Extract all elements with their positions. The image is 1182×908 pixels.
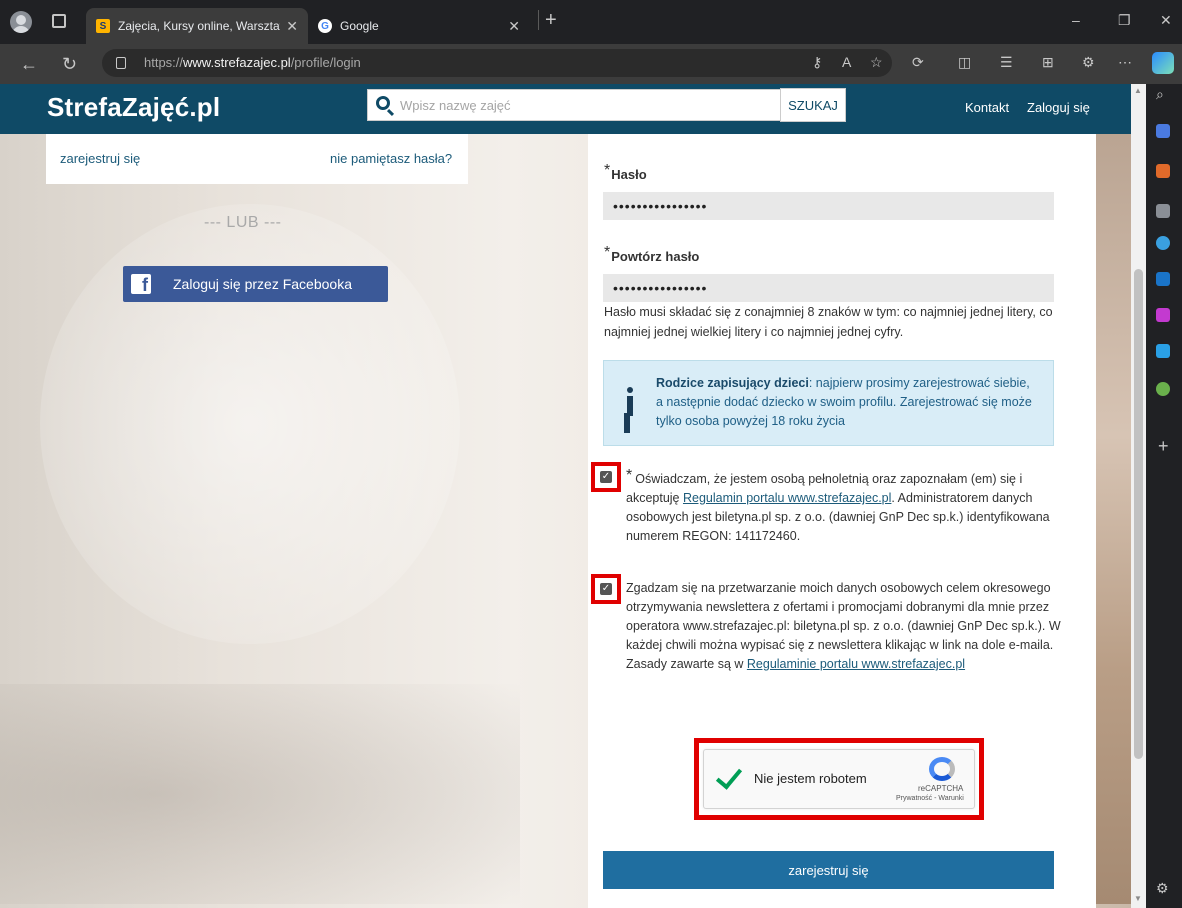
tab-title: Google [340,19,379,33]
sidebar-designer-icon[interactable] [1156,308,1170,322]
password-field[interactable]: •••••••••••••••• [603,192,1054,220]
sidebar-people-icon[interactable] [1156,204,1170,218]
forgot-password-link[interactable]: nie pamiętasz hasła? [330,151,452,166]
google-favicon-icon: G [318,19,332,33]
background-image [0,684,520,904]
extensions-icon[interactable]: ⚙ [1082,54,1095,71]
close-tab-icon[interactable]: ✕ [286,18,298,35]
recaptcha-widget[interactable]: Nie jestem robotem reCAPTCHA Prywatność … [703,749,975,809]
sidebar-add-icon[interactable]: + [1158,436,1169,457]
sidebar-browser-icon[interactable] [1156,236,1170,250]
register-link[interactable]: zarejestruj się [60,151,140,166]
search-icon [376,96,390,110]
search-box [367,89,781,121]
page-scrollbar[interactable]: ▲ ▼ [1131,84,1146,908]
info-text: Rodzice zapisujący dzieci: najpierw pros… [656,376,1032,428]
sidebar-tag-icon[interactable] [1156,124,1170,138]
sidebar-games-icon[interactable] [1156,382,1170,396]
split-screen-icon[interactable]: ◫ [958,54,971,71]
password-label: *Hasło [604,162,647,182]
tab-title: Zajęcia, Kursy online, Warsztaty, F [118,19,280,33]
tab-google[interactable]: G Google ✕ [308,8,530,44]
newsletter-checkbox-highlight: ✓ [591,574,621,604]
captcha-label: Nie jestem robotem [754,771,867,786]
reload-icon[interactable]: ↻ [62,54,77,75]
login-links-bar: zarejestruj się nie pamiętasz hasła? [46,134,468,184]
contact-link[interactable]: Kontakt [965,100,1009,115]
captcha-highlight: Nie jestem robotem reCAPTCHA Prywatność … [694,738,984,820]
edge-sidebar: ⌕ + ⚙ [1146,84,1182,908]
read-aloud-icon[interactable]: A [842,54,851,70]
refresh-extension-icon[interactable]: ⟳ [912,54,924,71]
url-text: https://www.strefazajec.pl/profile/login [144,55,361,70]
facebook-login-button[interactable]: f Zaloguj się przez Facebooka [123,266,388,302]
back-arrow-icon[interactable]: ← [20,54,38,75]
captcha-checkmark-icon[interactable] [715,762,743,790]
site-logo[interactable]: StrefaZajęć.pl [47,92,220,123]
repeat-password-field[interactable]: •••••••••••••••• [603,274,1054,302]
search-input[interactable] [400,94,770,116]
password-hint: Hasło musi składać się z conajmniej 8 zn… [604,305,1053,339]
address-bar[interactable]: https://www.strefazajec.pl/profile/login [102,49,892,77]
facebook-icon: f [131,274,151,295]
scroll-up-arrow-icon[interactable]: ▲ [1134,86,1142,95]
more-menu-icon[interactable]: ⋯ [1118,54,1132,71]
browser-toolbar: ← ↻ https://www.strefazajec.pl/profile/l… [0,44,1182,84]
site-header: StrefaZajęć.pl SZUKAJ Kontakt Zaloguj si… [0,84,1131,134]
search-button[interactable]: SZUKAJ [780,88,846,122]
close-tab-icon[interactable]: ✕ [508,18,520,35]
newsletter-consent-text: Zgadzam się na przetwarzanie moich danyc… [626,581,1061,671]
register-submit-button[interactable]: zarejestruj się [603,851,1054,889]
adult-consent-checkbox[interactable]: ✓ [600,471,612,483]
scrollbar-thumb[interactable] [1134,269,1143,759]
recaptcha-logo-icon [929,757,955,781]
login-link[interactable]: Zaloguj się [1027,100,1090,115]
facebook-login-label: Zaloguj się przez Facebooka [173,276,352,292]
favorites-list-icon[interactable]: ☰ [1000,54,1013,71]
copilot-icon[interactable] [1152,52,1174,74]
tab-actions-icon[interactable] [52,14,66,28]
or-divider: --- LUB --- [204,214,282,231]
sidebar-tools-icon[interactable] [1156,164,1170,178]
background-image [1095,124,1131,904]
browser-tab-bar: S Zajęcia, Kursy online, Warsztaty, F ✕ … [0,0,1182,44]
tab-strefazajec[interactable]: S Zajęcia, Kursy online, Warsztaty, F ✕ [86,8,308,44]
close-window-button[interactable]: ✕ [1160,12,1172,29]
newsletter-checkbox[interactable]: ✓ [600,583,612,595]
info-icon [624,387,636,417]
sidebar-send-icon[interactable] [1156,344,1170,358]
recaptcha-brand: reCAPTCHA [918,784,964,793]
sidebar-settings-icon[interactable]: ⚙ [1156,880,1169,897]
key-icon[interactable]: ⚷ [812,54,822,71]
collections-icon[interactable]: ⊞ [1042,54,1054,71]
strefazajec-favicon-icon: S [96,19,110,33]
recaptcha-terms-link[interactable]: Prywatność - Warunki [896,795,964,802]
favorite-star-icon[interactable]: ☆ [870,54,883,71]
scroll-down-arrow-icon[interactable]: ▼ [1134,894,1142,903]
registration-form: *Hasło •••••••••••••••• *Powtórz hasło •… [588,134,1096,908]
minimize-button[interactable]: – [1072,12,1080,28]
terms-link-2[interactable]: Regulaminie portalu www.strefazajec.pl [747,657,965,671]
adult-consent-text: * Oświadczam, że jestem osobą pełnoletnią… [626,467,1050,543]
terms-link[interactable]: Regulamin portalu www.strefazajec.pl [683,491,891,505]
page-viewport: StrefaZajęć.pl SZUKAJ Kontakt Zaloguj si… [0,84,1131,908]
info-box: Rodzice zapisujący dzieci: najpierw pros… [603,360,1054,446]
lock-icon [116,57,126,69]
new-tab-button[interactable]: + [538,10,563,30]
restore-button[interactable]: ❐ [1118,12,1131,29]
repeat-password-label: *Powtórz hasło [604,244,700,264]
profile-avatar-icon[interactable] [10,11,32,33]
sidebar-outlook-icon[interactable] [1156,272,1170,286]
adult-consent-checkbox-highlight: ✓ [591,462,621,492]
sidebar-search-icon[interactable]: ⌕ [1156,86,1164,103]
